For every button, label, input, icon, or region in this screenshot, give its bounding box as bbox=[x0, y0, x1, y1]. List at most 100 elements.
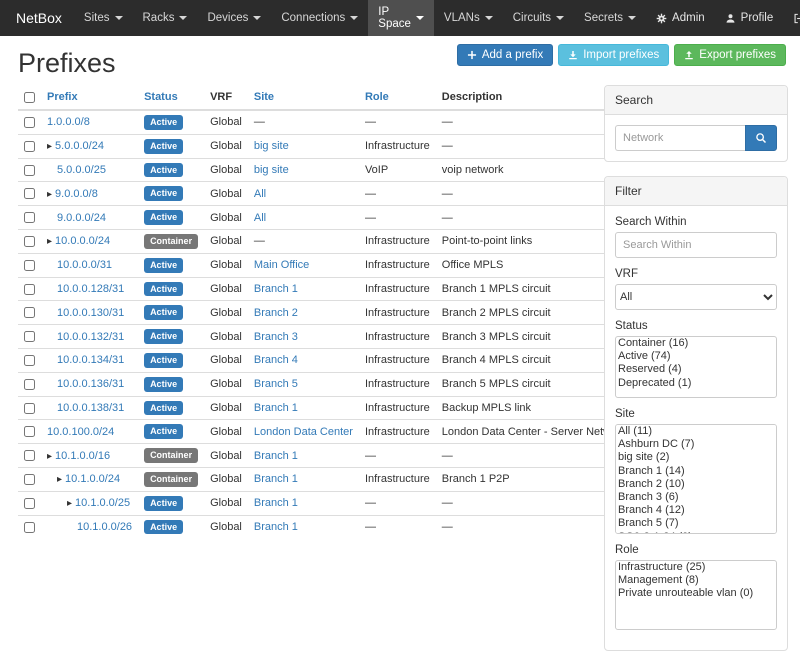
prefix-link[interactable]: 10.1.0.0/24 bbox=[65, 473, 120, 485]
site-link[interactable]: big site bbox=[254, 164, 289, 176]
site-link[interactable]: Branch 5 bbox=[254, 378, 298, 390]
prefix-link[interactable]: 10.0.100.0/24 bbox=[47, 426, 114, 438]
column-sort-link[interactable]: Status bbox=[144, 91, 178, 103]
prefix-link[interactable]: 1.0.0.0/8 bbox=[47, 116, 90, 128]
prefix-link[interactable]: 10.1.0.0/26 bbox=[77, 521, 132, 533]
search-panel: Search bbox=[604, 85, 788, 162]
table-row: 5.0.0.0/25ActiveGlobalbig siteVoIPvoip n… bbox=[18, 158, 632, 182]
prefix-link[interactable]: 9.0.0.0/24 bbox=[57, 212, 106, 224]
row-checkbox[interactable] bbox=[24, 522, 35, 533]
row-checkbox[interactable] bbox=[24, 426, 35, 437]
expand-arrow-icon[interactable]: ▸ bbox=[47, 451, 52, 462]
status-select[interactable]: Container (16)Active (74)Reserved (4)Dep… bbox=[615, 336, 777, 398]
row-checkbox[interactable] bbox=[24, 307, 35, 318]
expand-arrow-icon[interactable]: ▸ bbox=[47, 141, 52, 152]
column-sort-link[interactable]: Role bbox=[365, 91, 389, 103]
row-checkbox[interactable] bbox=[24, 450, 35, 461]
column-header-site[interactable]: Site bbox=[248, 85, 359, 110]
nav-item-sites[interactable]: Sites bbox=[74, 0, 133, 36]
site-link[interactable]: Branch 4 bbox=[254, 354, 298, 366]
site-link[interactable]: Branch 1 bbox=[254, 450, 298, 462]
nav-item-vlans[interactable]: VLANs bbox=[434, 0, 503, 36]
column-sort-link[interactable]: Site bbox=[254, 91, 274, 103]
site-link[interactable]: Branch 2 bbox=[254, 307, 298, 319]
prefix-link[interactable]: 10.1.0.0/25 bbox=[75, 497, 130, 509]
row-checkbox[interactable] bbox=[24, 260, 35, 271]
role-cell: Infrastructure bbox=[359, 229, 436, 253]
search-within-input[interactable] bbox=[615, 232, 777, 258]
prefix-link[interactable]: 5.0.0.0/25 bbox=[57, 164, 106, 176]
prefix-link[interactable]: 10.0.0.0/31 bbox=[57, 259, 112, 271]
nav-item-circuits[interactable]: Circuits bbox=[503, 0, 574, 36]
row-checkbox[interactable] bbox=[24, 117, 35, 128]
prefix-link[interactable]: 10.0.0.130/31 bbox=[57, 307, 124, 319]
site-link[interactable]: All bbox=[254, 212, 266, 224]
site-link[interactable]: All bbox=[254, 188, 266, 200]
search-button[interactable] bbox=[745, 125, 777, 151]
nav-item-log-out[interactable]: Log out bbox=[783, 0, 800, 36]
column-sort-link[interactable]: Prefix bbox=[47, 91, 78, 103]
site-label: Site bbox=[615, 408, 777, 420]
table-row: 10.0.0.130/31ActiveGlobalBranch 2Infrast… bbox=[18, 301, 632, 325]
prefix-link[interactable]: 5.0.0.0/24 bbox=[55, 140, 104, 152]
row-checkbox[interactable] bbox=[24, 236, 35, 247]
table-row: ▸10.1.0.0/24ContainerGlobalBranch 1Infra… bbox=[18, 467, 632, 491]
prefix-link[interactable]: 10.1.0.0/16 bbox=[55, 450, 110, 462]
nav-item-ip-space[interactable]: IP Space bbox=[368, 0, 434, 36]
nav-item-racks[interactable]: Racks bbox=[133, 0, 198, 36]
site-link[interactable]: Branch 1 bbox=[254, 402, 298, 414]
row-checkbox[interactable] bbox=[24, 498, 35, 509]
expand-arrow-icon[interactable]: ▸ bbox=[57, 474, 62, 485]
nav-item-admin[interactable]: Admin bbox=[646, 0, 715, 36]
row-checkbox[interactable] bbox=[24, 188, 35, 199]
site-link[interactable]: Branch 3 bbox=[254, 331, 298, 343]
table-row: 10.0.0.138/31ActiveGlobalBranch 1Infrast… bbox=[18, 396, 632, 420]
vrf-select[interactable]: All bbox=[615, 284, 777, 310]
prefix-link[interactable]: 9.0.0.0/8 bbox=[55, 188, 98, 200]
site-link[interactable]: Branch 1 bbox=[254, 521, 298, 533]
row-checkbox[interactable] bbox=[24, 474, 35, 485]
search-input[interactable] bbox=[615, 125, 745, 151]
site-link[interactable]: Branch 1 bbox=[254, 497, 298, 509]
nav-item-secrets[interactable]: Secrets bbox=[574, 0, 646, 36]
expand-arrow-icon[interactable]: ▸ bbox=[47, 189, 52, 200]
row-checkbox[interactable] bbox=[24, 403, 35, 414]
filter-panel: Filter Search Within VRF All Status Cont… bbox=[604, 176, 788, 651]
expand-arrow-icon[interactable]: ▸ bbox=[67, 498, 72, 509]
prefix-link[interactable]: 10.0.0.138/31 bbox=[57, 402, 124, 414]
site-select[interactable]: All (11)Ashburn DC (7)big site (2)Branch… bbox=[615, 424, 777, 534]
filter-panel-title: Filter bbox=[605, 177, 787, 206]
row-checkbox[interactable] bbox=[24, 141, 35, 152]
site-link[interactable]: Branch 1 bbox=[254, 283, 298, 295]
prefix-link[interactable]: 10.0.0.136/31 bbox=[57, 378, 124, 390]
row-checkbox[interactable] bbox=[24, 284, 35, 295]
prefix-link[interactable]: 10.0.0.132/31 bbox=[57, 331, 124, 343]
row-checkbox[interactable] bbox=[24, 355, 35, 366]
site-link[interactable]: Branch 1 bbox=[254, 473, 298, 485]
select-all-checkbox[interactable] bbox=[24, 92, 35, 103]
role-select[interactable]: Infrastructure (25)Management (8)Private… bbox=[615, 560, 777, 630]
column-header-role[interactable]: Role bbox=[359, 85, 436, 110]
row-checkbox[interactable] bbox=[24, 331, 35, 342]
site-link[interactable]: big site bbox=[254, 140, 289, 152]
app-logo[interactable]: NetBox bbox=[8, 0, 74, 36]
column-header-status[interactable]: Status bbox=[138, 85, 204, 110]
prefix-link[interactable]: 10.0.0.134/31 bbox=[57, 354, 124, 366]
chevron-down-icon bbox=[556, 16, 564, 20]
nav-item-devices[interactable]: Devices bbox=[197, 0, 271, 36]
export-prefixes-button[interactable]: Export prefixes bbox=[674, 44, 786, 66]
prefix-link[interactable]: 10.0.0.128/31 bbox=[57, 283, 124, 295]
description-cell: Office MPLS bbox=[436, 253, 633, 277]
nav-item-profile[interactable]: Profile bbox=[715, 0, 784, 36]
row-checkbox[interactable] bbox=[24, 165, 35, 176]
row-checkbox[interactable] bbox=[24, 379, 35, 390]
site-link[interactable]: Main Office bbox=[254, 259, 309, 271]
add-a-prefix-button[interactable]: Add a prefix bbox=[457, 44, 553, 66]
site-link[interactable]: London Data Center bbox=[254, 426, 353, 438]
expand-arrow-icon[interactable]: ▸ bbox=[47, 236, 52, 247]
nav-item-connections[interactable]: Connections bbox=[271, 0, 368, 36]
import-prefixes-button[interactable]: Import prefixes bbox=[558, 44, 669, 66]
row-checkbox[interactable] bbox=[24, 212, 35, 223]
prefix-link[interactable]: 10.0.0.0/24 bbox=[55, 235, 110, 247]
column-header-prefix[interactable]: Prefix bbox=[41, 85, 138, 110]
